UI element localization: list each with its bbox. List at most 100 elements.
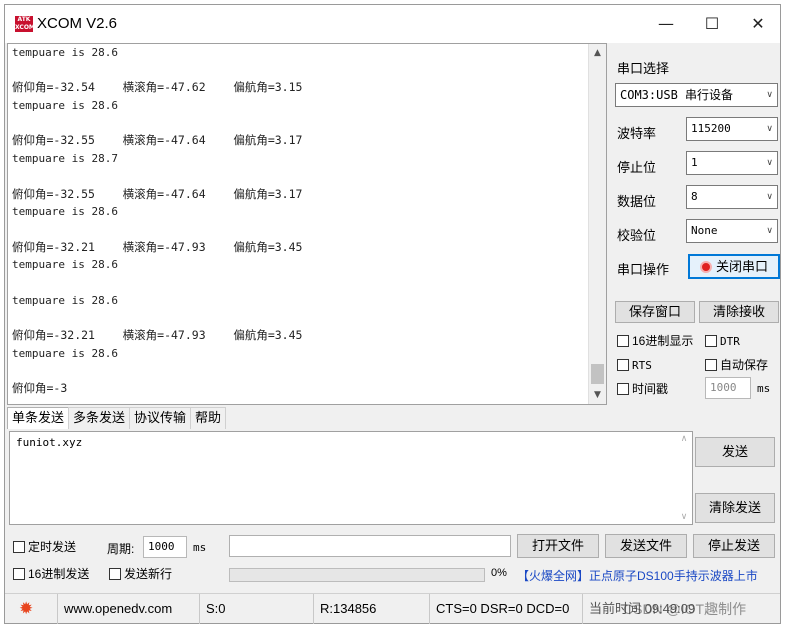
baud-select[interactable]: 115200 ∨ [686, 117, 778, 141]
chevron-down-icon: ∨ [766, 124, 773, 134]
auto-save-checkbox[interactable]: 自动保存 [705, 356, 768, 374]
data-bits-select[interactable]: 8 ∨ [686, 185, 778, 209]
checkbox-icon [13, 568, 25, 580]
send-scrollbar[interactable]: ∧ ∨ [676, 432, 692, 524]
scroll-up-icon[interactable]: ∧ [676, 434, 692, 444]
auto-save-label: 自动保存 [720, 358, 769, 372]
hex-send-label: 16进制发送 [28, 567, 90, 581]
receive-line: tempuare is 28.7 [12, 152, 118, 166]
chevron-down-icon: ∨ [766, 226, 773, 236]
receive-lines: tempuare is 28.6 俯仰角=-32.54 横滚角=-47.62 偏航… [12, 44, 587, 398]
checkbox-icon [705, 359, 717, 371]
send-textarea[interactable]: funiot.xyz ∧ ∨ [9, 431, 693, 525]
stop-send-button[interactable]: 停止发送 [693, 534, 775, 558]
data-bits-label: 数据位 [617, 194, 657, 209]
period-label: 周期: [107, 542, 135, 556]
receive-line: tempuare is 28.6 [12, 99, 118, 113]
checkbox-icon [617, 359, 629, 371]
save-window-button[interactable]: 保存窗口 [615, 301, 695, 323]
clear-receive-button[interactable]: 清除接收 [699, 301, 779, 323]
tab-help[interactable]: 帮助 [190, 407, 227, 429]
receive-line: 俯仰角=-32.55 横滚角=-47.64 偏航角=3.17 [12, 186, 303, 201]
period-input[interactable]: 1000 [143, 536, 187, 558]
rts-label: RTS [632, 359, 652, 372]
receive-textarea[interactable]: tempuare is 28.6 俯仰角=-32.54 横滚角=-47.62 偏航… [7, 43, 607, 405]
timed-send-label: 定时发送 [28, 540, 77, 554]
stop-bits-select-value: 1 [691, 156, 698, 169]
receive-line [12, 309, 587, 327]
data-bits-select-value: 8 [691, 190, 698, 203]
chevron-down-icon: ∨ [766, 192, 773, 202]
csdn-watermark: CSDN @IOT趣制作 [623, 601, 747, 617]
send-new-line-label: 发送新行 [124, 567, 173, 581]
timestamp-checkbox[interactable]: 时间戳 [617, 380, 668, 398]
timestamp-interval-input[interactable]: 1000 [705, 377, 751, 399]
open-file-button[interactable]: 打开文件 [517, 534, 599, 558]
rts-checkbox[interactable]: RTS [617, 356, 652, 374]
chevron-down-icon: ∨ [766, 90, 773, 100]
scroll-up-icon[interactable]: ▲ [589, 44, 606, 62]
receive-line: tempuare is 28.6 [12, 258, 118, 272]
parity-select[interactable]: None ∨ [686, 219, 778, 243]
xcom-app-icon: ATK XCOM [15, 16, 35, 32]
checkbox-icon [109, 568, 121, 580]
send-button[interactable]: 发送 [695, 437, 775, 467]
send-file-button[interactable]: 发送文件 [605, 534, 687, 558]
maximize-button[interactable]: ☐ [689, 5, 735, 43]
port-select-value: COM3:USB 串行设备 [620, 88, 734, 102]
receive-line: 俯仰角=-32.21 横滚角=-47.93 偏航角=3.45 [12, 328, 303, 342]
receive-line [12, 221, 587, 239]
file-path-input[interactable] [229, 535, 511, 557]
parity-select-value: None [691, 224, 718, 237]
send-mode-tabs: 单条发送 多条发送 协议传输 帮助 [7, 407, 227, 429]
tab-multi-send[interactable]: 多条发送 [68, 407, 131, 429]
receive-line [12, 362, 587, 380]
receive-line: tempuare is 28.6 [12, 205, 118, 219]
port-section-label: 串口选择 [617, 61, 670, 76]
stop-bits-select[interactable]: 1 ∨ [686, 151, 778, 175]
port-status-dot-icon [699, 261, 712, 273]
scroll-thumb[interactable] [591, 364, 604, 384]
hex-display-checkbox[interactable]: 16进制显示 [617, 332, 693, 350]
gear-icon[interactable]: ✹ [19, 600, 33, 618]
timestamp-label: 时间戳 [632, 382, 669, 396]
timed-send-checkbox[interactable]: 定时发送 [13, 538, 76, 556]
website-link[interactable]: www.openedv.com [57, 594, 199, 624]
hex-send-checkbox[interactable]: 16进制发送 [13, 565, 89, 583]
receive-line: tempuare is 28.6 [12, 293, 118, 307]
period-unit: ms [193, 541, 207, 554]
close-port-button[interactable]: 关闭串口 [688, 254, 780, 279]
receive-line [12, 115, 587, 133]
checkbox-icon [13, 541, 25, 553]
scroll-down-icon[interactable]: ∨ [676, 512, 692, 522]
scroll-down-icon[interactable]: ▼ [589, 386, 606, 404]
clear-send-button[interactable]: 清除发送 [695, 493, 775, 523]
tab-protocol[interactable]: 协议传输 [129, 407, 192, 429]
checkbox-icon [617, 335, 629, 347]
send-text: funiot.xyz [16, 436, 83, 449]
receive-scrollbar[interactable]: ▲ ▼ [588, 44, 606, 404]
hex-display-label: 16进制显示 [632, 334, 694, 348]
sent-count: S:0 [199, 594, 313, 624]
promo-link[interactable]: 【火爆全网】正点原子DS100手持示波器上市 [517, 567, 758, 584]
receive-line: 俯仰角=-3 [12, 381, 68, 396]
status-bar: ✹ www.openedv.com S:0 R:134856 CTS=0 DSR… [5, 593, 780, 624]
send-new-line-checkbox[interactable]: 发送新行 [109, 565, 172, 583]
baud-select-value: 115200 [691, 122, 731, 135]
port-select[interactable]: COM3:USB 串行设备 ∨ [615, 83, 778, 107]
minimize-button[interactable]: — [643, 5, 689, 43]
timestamp-unit: ms [757, 382, 771, 395]
receive-line: tempuare is 28.6 [12, 346, 118, 360]
receive-line: tempuare is 28.6 [12, 46, 118, 59]
receive-line [12, 62, 587, 80]
checkbox-icon [705, 335, 717, 347]
xcom-window: ATK XCOM XCOM V2.6 — ☐ ✕ tempuare is 28.6… [4, 4, 781, 624]
close-window-button[interactable]: ✕ [735, 5, 781, 43]
window-title: XCOM V2.6 [37, 15, 118, 32]
receive-line: 俯仰角=-32.55 横滚角=-47.64 偏航角=3.17 [12, 133, 303, 148]
stop-bits-label: 停止位 [617, 160, 657, 175]
tab-single-send[interactable]: 单条发送 [7, 407, 70, 429]
dtr-label: DTR [720, 335, 740, 348]
line-status: CTS=0 DSR=0 DCD=0 [429, 594, 582, 624]
dtr-checkbox[interactable]: DTR [705, 332, 740, 350]
